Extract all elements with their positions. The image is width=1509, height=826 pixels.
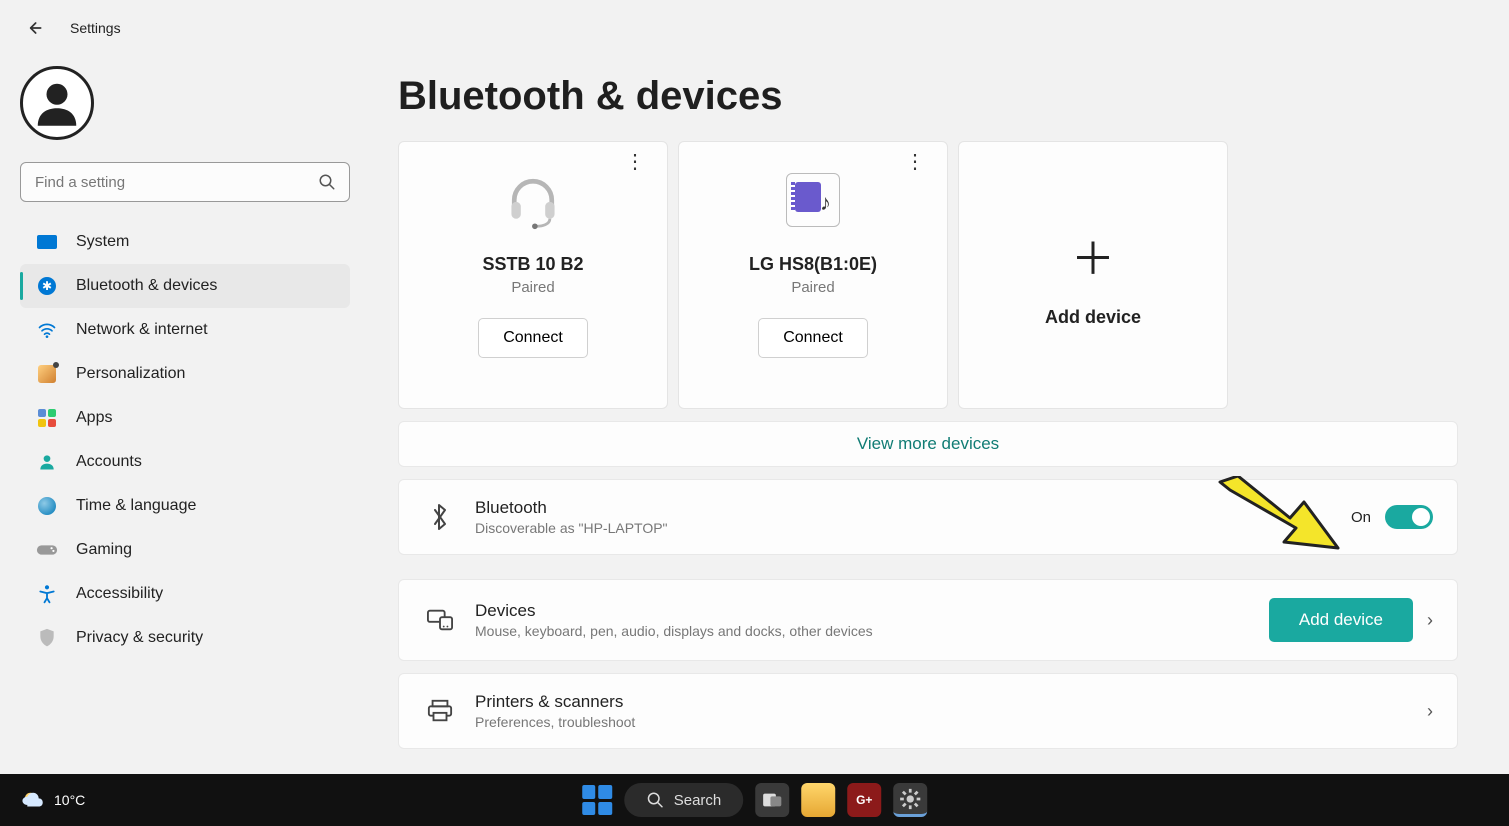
nav-label: Network & internet: [76, 321, 208, 339]
taskbar-temperature: 10°C: [54, 792, 85, 808]
nav-item-privacy-security[interactable]: Privacy & security: [20, 616, 350, 660]
chevron-right-icon[interactable]: ›: [1427, 701, 1433, 722]
account-icon: [36, 451, 58, 473]
devices-icon: [427, 607, 453, 633]
brush-icon: [38, 365, 56, 383]
bluetooth-icon: ✱: [38, 277, 56, 295]
bluetooth-toggle-label: On: [1351, 509, 1371, 526]
nav-label: Accounts: [76, 453, 142, 471]
device-more-button[interactable]: ⋮: [625, 156, 645, 168]
printers-row-subtitle: Preferences, troubleshoot: [475, 714, 1405, 730]
printer-icon: [427, 698, 453, 724]
globe-icon: [38, 497, 56, 515]
headset-icon: [503, 170, 563, 230]
taskbar-file-explorer[interactable]: [801, 783, 835, 817]
person-icon: [29, 75, 85, 131]
gamepad-icon: [36, 539, 58, 561]
app-title: Settings: [70, 20, 121, 36]
back-arrow-icon: [24, 18, 44, 38]
nav-item-accessibility[interactable]: Accessibility: [20, 572, 350, 616]
chevron-right-icon[interactable]: ›: [1427, 610, 1433, 631]
nav-item-apps[interactable]: Apps: [20, 396, 350, 440]
taskbar-settings[interactable]: [893, 783, 927, 817]
add-device-button[interactable]: Add device: [1269, 598, 1413, 642]
device-connect-button[interactable]: Connect: [478, 318, 588, 358]
taskbar: 10°C Search G+: [0, 774, 1509, 826]
device-tiles: ⋮ SSTB 10 B2 Paired Connect ⋮ ♪ LG HS8(B…: [398, 141, 1471, 409]
search-input[interactable]: [20, 162, 350, 202]
taskbar-weather[interactable]: 10°C: [0, 787, 85, 813]
nav-label: Privacy & security: [76, 629, 203, 647]
devices-row-subtitle: Mouse, keyboard, pen, audio, displays an…: [475, 623, 1247, 639]
taskbar-search[interactable]: Search: [624, 783, 744, 817]
device-more-button[interactable]: ⋮: [905, 156, 925, 168]
printers-row-title: Printers & scanners: [475, 692, 1405, 712]
devices-row[interactable]: Devices Mouse, keyboard, pen, audio, dis…: [398, 579, 1458, 661]
taskbar-app-pinned[interactable]: G+: [847, 783, 881, 817]
devices-row-title: Devices: [475, 601, 1247, 621]
nav-item-gaming[interactable]: Gaming: [20, 528, 350, 572]
start-button[interactable]: [582, 785, 612, 815]
bluetooth-row-title: Bluetooth: [475, 498, 1329, 518]
device-card-headset[interactable]: ⋮ SSTB 10 B2 Paired Connect: [398, 141, 668, 409]
bluetooth-toggle[interactable]: [1385, 505, 1433, 529]
wifi-icon: [36, 319, 58, 341]
page-title: Bluetooth & devices: [398, 74, 1471, 119]
add-device-label: Add device: [1045, 307, 1141, 328]
monitor-icon: [37, 235, 57, 249]
bluetooth-toggle-row: Bluetooth Discoverable as "HP-LAPTOP" On: [398, 479, 1458, 555]
device-name: SSTB 10 B2: [482, 254, 583, 275]
nav-item-network-internet[interactable]: Network & internet: [20, 308, 350, 352]
device-name: LG HS8(B1:0E): [749, 254, 877, 275]
apps-icon: [38, 409, 56, 427]
user-avatar[interactable]: [20, 66, 94, 140]
sidebar: System ✱ Bluetooth & devices Network & in…: [0, 56, 370, 774]
bluetooth-row-subtitle: Discoverable as "HP-LAPTOP": [475, 520, 1329, 536]
search-icon: [646, 791, 664, 809]
nav-label: Apps: [76, 409, 112, 427]
weather-icon: [20, 787, 46, 813]
printers-row[interactable]: Printers & scanners Preferences, trouble…: [398, 673, 1458, 749]
nav-item-bluetooth-devices[interactable]: ✱ Bluetooth & devices: [20, 264, 350, 308]
nav-item-time-language[interactable]: Time & language: [20, 484, 350, 528]
taskbar-task-view[interactable]: [755, 783, 789, 817]
nav-label: Time & language: [76, 497, 196, 515]
main-content: Bluetooth & devices ⋮ SSTB 10 B2 Paired …: [370, 56, 1509, 774]
title-bar: Settings: [0, 0, 1509, 56]
plus-icon: ＋: [1071, 223, 1115, 287]
nav-label: Personalization: [76, 365, 185, 383]
gear-icon: [899, 788, 921, 810]
nav-label: System: [76, 233, 129, 251]
bluetooth-icon: [427, 504, 453, 530]
taskbar-search-label: Search: [674, 792, 722, 809]
nav-item-accounts[interactable]: Accounts: [20, 440, 350, 484]
search-icon: [318, 173, 336, 191]
nav-label: Accessibility: [76, 585, 163, 603]
shield-icon: [36, 627, 58, 649]
add-device-tile[interactable]: ＋ Add device: [958, 141, 1228, 409]
device-connect-button[interactable]: Connect: [758, 318, 868, 358]
nav-item-system[interactable]: System: [20, 220, 350, 264]
device-status: Paired: [791, 279, 834, 296]
device-card-media[interactable]: ⋮ ♪ LG HS8(B1:0E) Paired Connect: [678, 141, 948, 409]
accessibility-icon: [36, 583, 58, 605]
nav-label: Gaming: [76, 541, 132, 559]
nav-label: Bluetooth & devices: [76, 277, 217, 295]
task-view-icon: [762, 792, 782, 808]
search-box[interactable]: [20, 162, 358, 202]
device-status: Paired: [511, 279, 554, 296]
back-button[interactable]: [22, 16, 46, 40]
nav-list: System ✱ Bluetooth & devices Network & in…: [20, 220, 358, 660]
media-device-icon: ♪: [783, 170, 843, 230]
view-more-devices[interactable]: View more devices: [398, 421, 1458, 467]
nav-item-personalization[interactable]: Personalization: [20, 352, 350, 396]
